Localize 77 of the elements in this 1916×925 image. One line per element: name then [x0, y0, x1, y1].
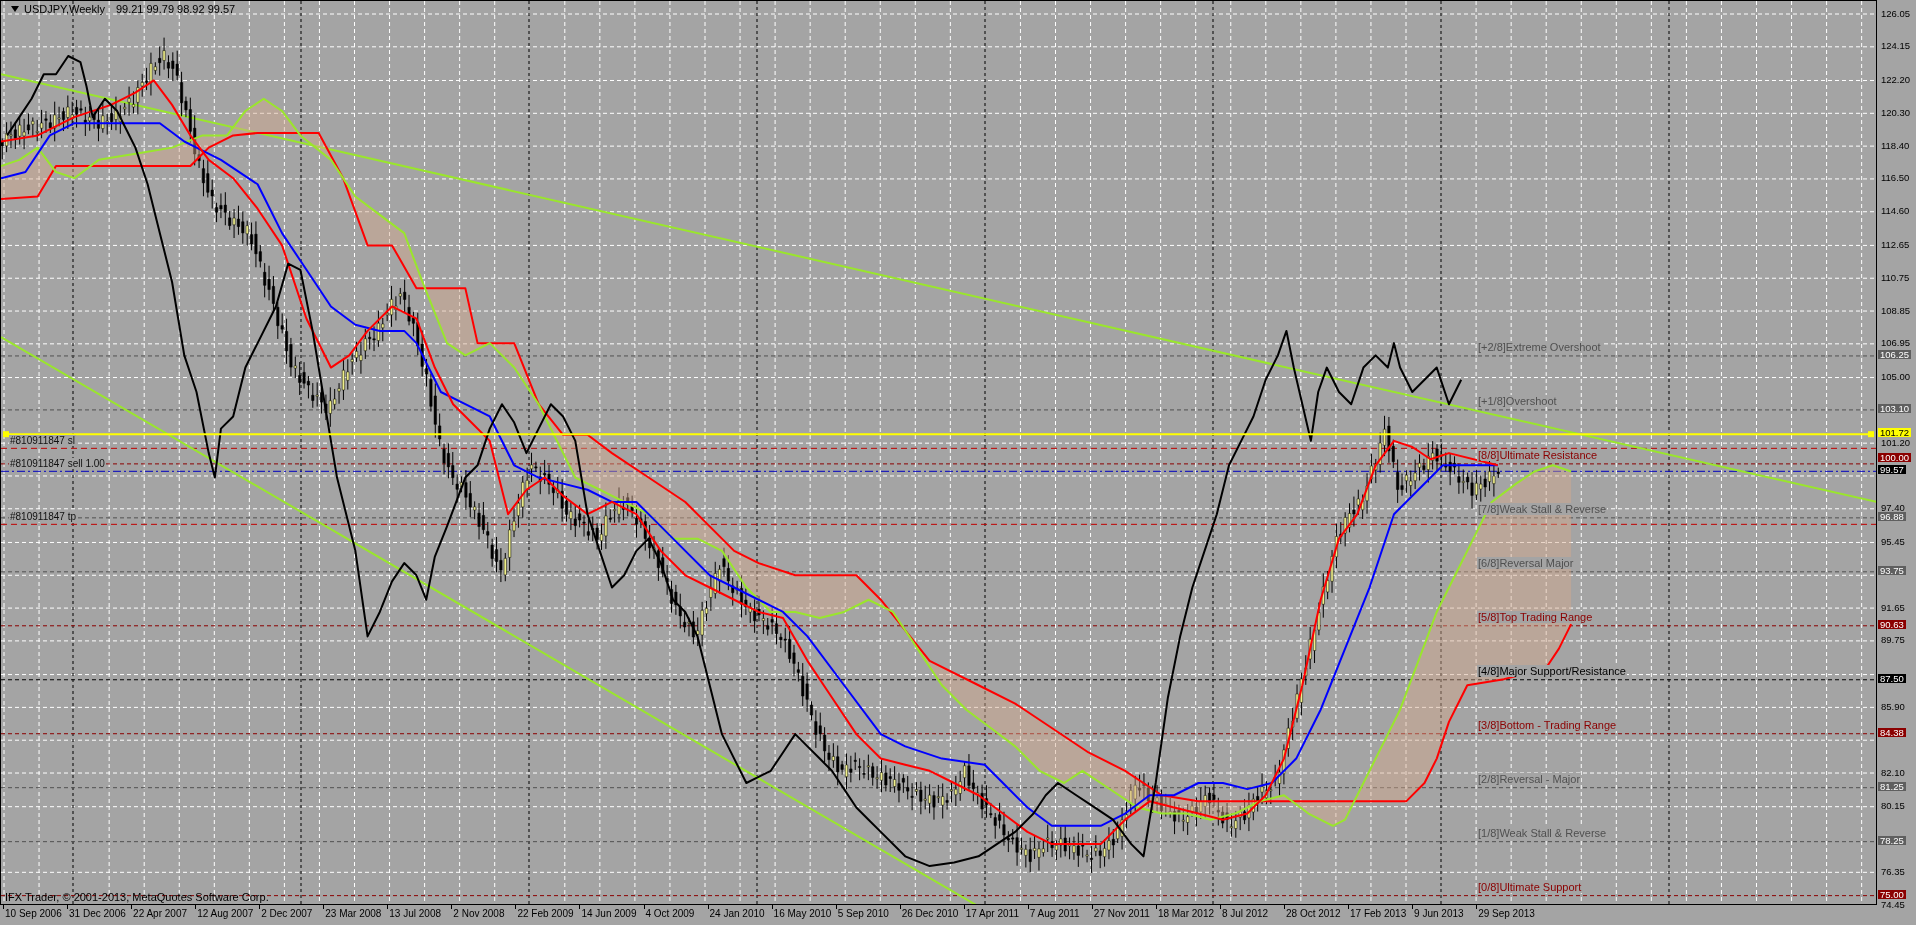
date-label: 18 Mar 2012	[1157, 908, 1215, 919]
price-tick-label: 116.50	[1881, 173, 1910, 183]
date-label: 23 Mar 2008	[325, 908, 382, 919]
price-tick-label: 120.30	[1881, 107, 1911, 117]
price-tick-label: 124.15	[1881, 41, 1911, 51]
price-badge: 90.63	[1878, 619, 1906, 629]
price-tick-label: 85.90	[1881, 701, 1905, 711]
price-tick-label: 97.40	[1881, 503, 1905, 513]
level-label: [2/8]Reversal - Major	[1477, 772, 1582, 785]
date-label: 29 Sep 2013	[1478, 908, 1535, 919]
price-tick-label: 108.85	[1881, 305, 1911, 315]
dropdown-triangle-icon[interactable]	[11, 6, 19, 12]
date-label: 2 Dec 2007	[261, 908, 313, 919]
date-label: 16 May 2010	[773, 908, 832, 919]
price-tick-label: 118.40	[1881, 140, 1910, 150]
level-label: [5/8]Top Trading Range	[1477, 610, 1594, 623]
price-tick-label: 105.00	[1881, 372, 1911, 382]
price-badge: 100.00	[1878, 452, 1912, 462]
price-badge: 106.25	[1878, 349, 1912, 359]
date-label: 8 Jul 2012	[1221, 908, 1269, 919]
date-label: 28 Oct 2012	[1286, 908, 1341, 919]
price-tick-label: 110.75	[1881, 272, 1910, 282]
price-tick-label: 82.10	[1881, 767, 1905, 777]
level-label: [0/8]Ultimate Support	[1477, 880, 1583, 893]
price-tick-label: 95.45	[1881, 536, 1905, 546]
price-badge: 78.25	[1878, 835, 1906, 845]
price-tick-label: 106.95	[1881, 338, 1911, 348]
level-label: [+1/8]Overshoot	[1477, 394, 1558, 407]
level-label: [8/8]Ultimate Resistance	[1477, 448, 1599, 461]
level-label: [4/8]Major Support/Resistance	[1477, 664, 1627, 677]
level-label: [+2/8]Extreme Overshoot	[1477, 340, 1602, 353]
date-label: 4 Oct 2009	[645, 908, 695, 919]
price-badge: 101.72	[1878, 428, 1912, 438]
price-tick-label: 114.60	[1881, 206, 1910, 216]
price-badge: 96.88	[1878, 512, 1906, 522]
price-tick-label: 112.65	[1881, 239, 1910, 249]
order-label: #810911847 tp	[9, 511, 77, 523]
ohlc-values: 99.21 99.79 98.92 99.57	[115, 3, 236, 15]
date-label: 10 Sep 2006	[5, 908, 62, 919]
price-tick-label: 126.05	[1881, 8, 1911, 18]
date-label: 22 Apr 2007	[133, 908, 188, 919]
level-label: [6/8]Reversal Major	[1477, 556, 1575, 569]
price-badge: 99.57	[1878, 465, 1906, 475]
level-label: [1/8]Weak Stall & Reverse	[1477, 826, 1608, 839]
price-tick-label: 91.65	[1881, 602, 1905, 612]
date-label: 12 Aug 2007	[197, 908, 254, 919]
price-tick-label: 101.20	[1881, 437, 1911, 447]
chart-title: USDJPY,Weekly	[24, 3, 105, 15]
date-label: 27 Nov 2011	[1093, 908, 1150, 919]
date-label: 26 Dec 2010	[901, 908, 959, 919]
price-badge: 103.10	[1878, 403, 1912, 413]
price-tick-label: 122.20	[1881, 75, 1911, 84]
date-label: 17 Apr 2011	[965, 908, 1019, 919]
date-label: 13 Jul 2008	[389, 908, 441, 919]
price-badge: 75.00	[1878, 889, 1906, 899]
copyright-text: IFX Trader, © 2001-2013, MetaQuotes Software Corp.	[5, 891, 269, 903]
date-label: 14 Jun 2009	[581, 908, 637, 919]
date-label: 22 Feb 2009	[517, 908, 574, 919]
date-label: 24 Jan 2010	[709, 908, 765, 919]
date-label: 9 Jun 2013	[1414, 908, 1464, 919]
order-label: #810911847 sell 1.00	[9, 458, 106, 470]
price-badge: 84.38	[1878, 727, 1906, 737]
price-tick-label: 80.15	[1881, 801, 1905, 811]
price-tick-label: 89.75	[1881, 635, 1905, 645]
level-label: [7/8]Weak Stall & Reverse	[1477, 502, 1608, 515]
price-badge: 93.75	[1878, 565, 1906, 575]
date-label: 17 Feb 2013	[1350, 908, 1407, 919]
price-badge: 81.25	[1878, 781, 1906, 791]
date-label: 7 Aug 2011	[1029, 908, 1080, 919]
date-label: 31 Dec 2006	[69, 908, 126, 919]
level-label: [3/8]Bottom - Trading Range	[1477, 718, 1618, 731]
order-label: #810911847 sl	[9, 435, 76, 447]
price-tick-label: 74.45	[1881, 899, 1905, 909]
date-label: 5 Sep 2010	[837, 908, 889, 919]
price-tick-label: 76.35	[1881, 866, 1905, 876]
date-label: 2 Nov 2008	[453, 908, 505, 919]
price-badge: 87.50	[1878, 673, 1906, 683]
